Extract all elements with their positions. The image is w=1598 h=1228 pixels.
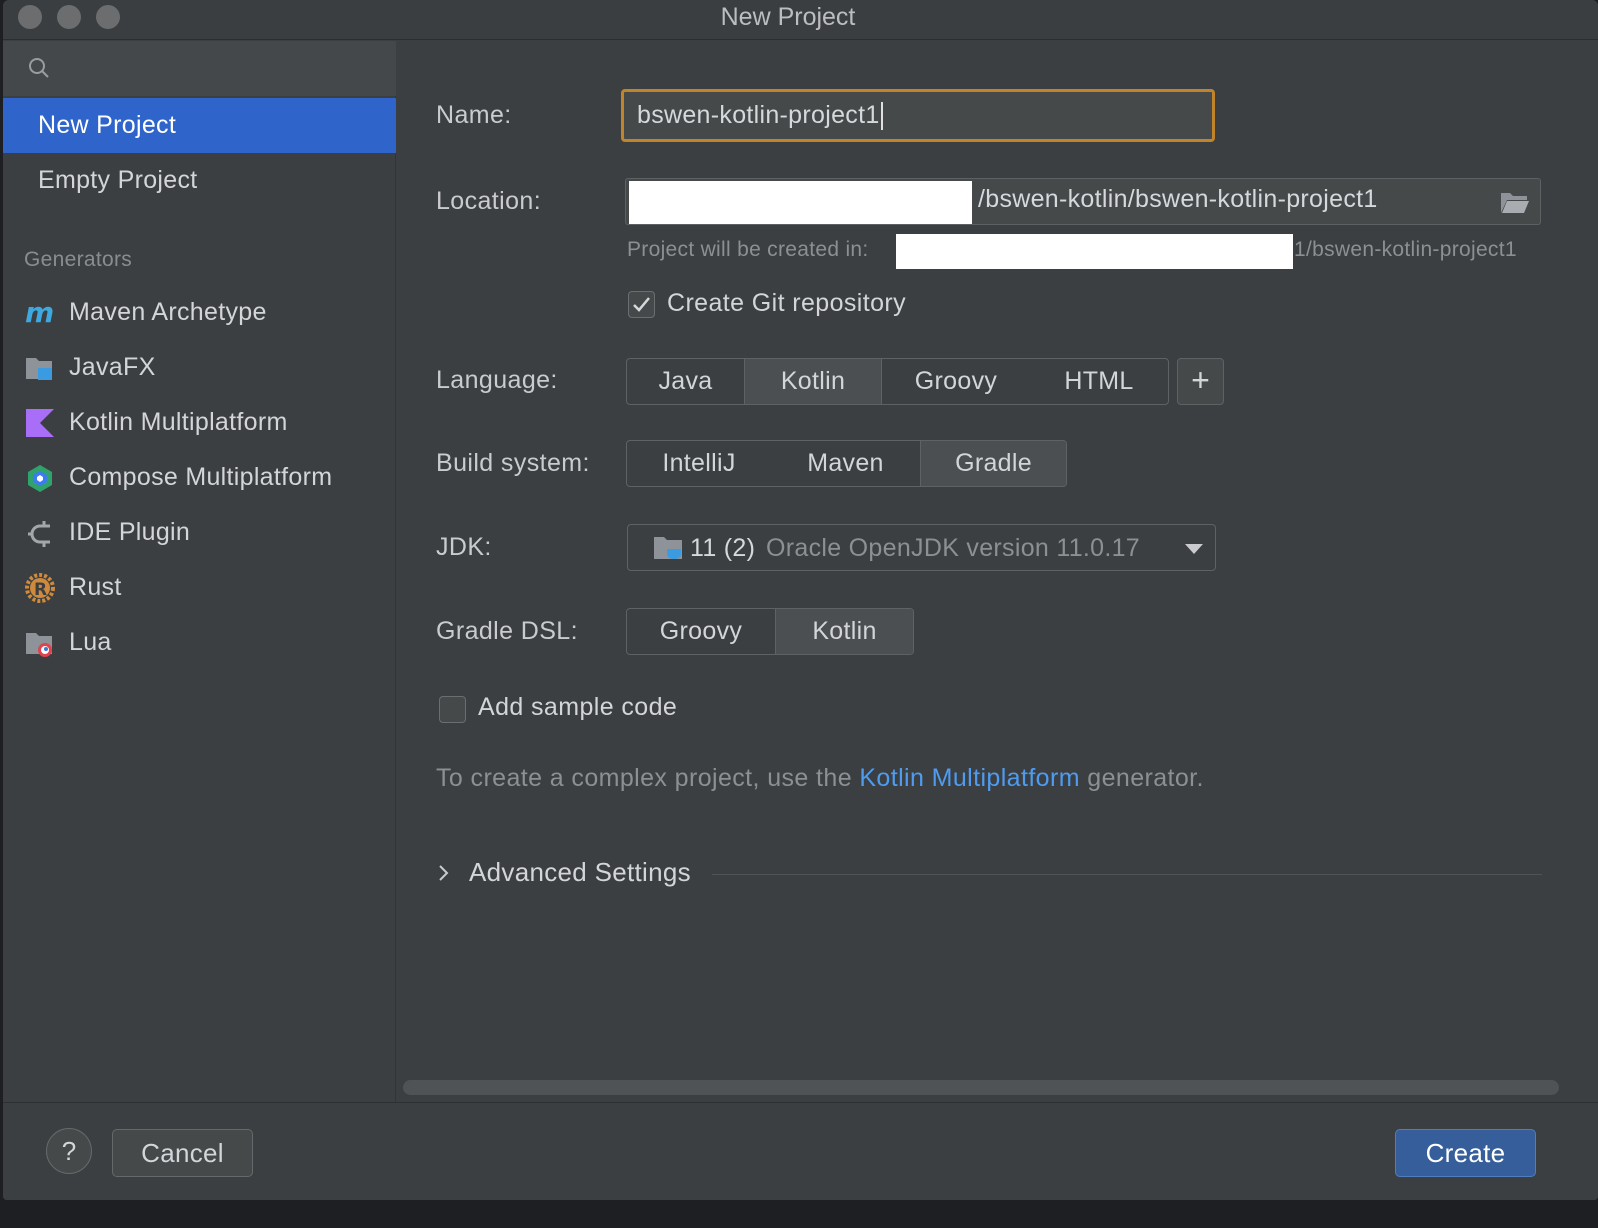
sidebar-item-label: Maven Archetype bbox=[69, 298, 267, 326]
add-sample-code-label: Add sample code bbox=[478, 693, 678, 721]
checkmark-icon bbox=[633, 297, 650, 312]
sidebar-item-maven-archetype[interactable]: m Maven Archetype bbox=[3, 285, 396, 340]
advanced-settings-divider bbox=[712, 874, 1542, 875]
sidebar-item-label: Compose Multiplatform bbox=[69, 463, 333, 491]
redacted-path bbox=[629, 181, 972, 224]
window-title: New Project bbox=[720, 3, 856, 31]
rust-icon: R bbox=[25, 573, 55, 603]
name-value: bswen-kotlin-project1 bbox=[637, 101, 880, 129]
language-selector: Java Kotlin Groovy HTML bbox=[626, 358, 1169, 405]
project-settings-form: Name: bswen-kotlin-project1 Location: /b… bbox=[397, 41, 1598, 1102]
title-bar: New Project bbox=[3, 0, 1598, 40]
create-git-label: Create Git repository bbox=[667, 289, 907, 317]
build-option-intellij[interactable]: IntelliJ bbox=[627, 441, 771, 486]
jdk-folder-icon bbox=[654, 537, 682, 559]
location-label: Location: bbox=[436, 187, 542, 215]
build-system-label: Build system: bbox=[436, 449, 590, 477]
gradle-dsl-selector: Groovy Kotlin bbox=[626, 608, 914, 655]
cancel-button[interactable]: Cancel bbox=[112, 1129, 253, 1177]
folder-open-icon[interactable] bbox=[1500, 189, 1530, 215]
sidebar-item-rust[interactable]: R Rust bbox=[3, 560, 396, 615]
sidebar: New Project Empty Project Generators m M… bbox=[3, 41, 396, 1102]
sidebar-item-kotlin-multiplatform[interactable]: Kotlin Multiplatform bbox=[3, 395, 396, 450]
kotlin-multiplatform-link[interactable]: Kotlin Multiplatform bbox=[859, 764, 1080, 792]
sidebar-item-label: Lua bbox=[69, 628, 112, 656]
project-path-hint-prefix: Project will be created in: bbox=[627, 238, 869, 261]
sidebar-item-javafx[interactable]: JavaFX bbox=[3, 340, 396, 395]
gradle-dsl-option-kotlin[interactable]: Kotlin bbox=[775, 609, 913, 654]
sidebar-item-label: JavaFX bbox=[69, 353, 156, 381]
sidebar-item-ide-plugin[interactable]: IDE Plugin bbox=[3, 505, 396, 560]
jdk-version: 11 (2) bbox=[690, 534, 756, 562]
lua-icon bbox=[26, 633, 52, 657]
maven-icon: m bbox=[25, 297, 54, 329]
name-field[interactable]: bswen-kotlin-project1 bbox=[621, 89, 1215, 142]
sidebar-item-lua[interactable]: Lua bbox=[3, 615, 396, 670]
svg-text:R: R bbox=[34, 580, 47, 600]
sidebar-item-label: IDE Plugin bbox=[69, 518, 191, 546]
jdk-dropdown[interactable]: 11 (2) Oracle OpenJDK version 11.0.17 bbox=[627, 524, 1216, 571]
horizontal-scrollbar[interactable] bbox=[403, 1080, 1559, 1095]
generators-header: Generators bbox=[24, 248, 133, 271]
sidebar-item-new-project[interactable]: New Project bbox=[3, 98, 396, 153]
language-option-kotlin[interactable]: Kotlin bbox=[744, 359, 882, 404]
search-icon bbox=[29, 58, 49, 78]
add-sample-code-checkbox[interactable] bbox=[439, 696, 466, 723]
jdk-label: JDK: bbox=[436, 533, 492, 561]
sidebar-item-empty-project[interactable]: Empty Project bbox=[3, 153, 396, 208]
gradle-dsl-option-groovy[interactable]: Groovy bbox=[627, 609, 775, 654]
javafx-icon bbox=[26, 358, 52, 380]
sidebar-item-compose-multiplatform[interactable]: Compose Multiplatform bbox=[3, 450, 396, 505]
compose-icon bbox=[28, 465, 52, 492]
sidebar-search[interactable] bbox=[3, 41, 396, 96]
redacted-project-path bbox=[896, 234, 1293, 269]
build-option-maven[interactable]: Maven bbox=[771, 441, 920, 486]
plugin-icon bbox=[28, 521, 50, 547]
location-field[interactable]: /bswen-kotlin/bswen-kotlin-project1 bbox=[625, 178, 1541, 225]
sidebar-item-label: Kotlin Multiplatform bbox=[69, 408, 288, 436]
gradle-dsl-label: Gradle DSL: bbox=[436, 617, 578, 645]
chevron-right-icon[interactable] bbox=[437, 863, 451, 883]
language-label: Language: bbox=[436, 366, 558, 394]
dialog-footer: ? Cancel Create bbox=[3, 1102, 1598, 1200]
text-caret bbox=[880, 102, 883, 131]
create-git-checkbox[interactable] bbox=[628, 291, 655, 318]
jdk-description: Oracle OpenJDK version 11.0.17 bbox=[766, 534, 1141, 562]
build-option-gradle[interactable]: Gradle bbox=[920, 441, 1066, 486]
kotlin-icon bbox=[26, 409, 54, 437]
info-prefix: To create a complex project, use the bbox=[436, 764, 860, 792]
complex-project-info: To create a complex project, use the Kot… bbox=[436, 764, 1204, 793]
language-option-groovy[interactable]: Groovy bbox=[882, 359, 1030, 404]
language-option-html[interactable]: HTML bbox=[1030, 359, 1168, 404]
project-path-hint-suffix: 1/bswen-kotlin-project1 bbox=[1294, 238, 1517, 261]
location-value: /bswen-kotlin/bswen-kotlin-project1 bbox=[978, 185, 1378, 213]
add-language-button[interactable]: + bbox=[1177, 358, 1224, 405]
svg-text:m: m bbox=[25, 297, 54, 329]
advanced-settings-toggle[interactable]: Advanced Settings bbox=[469, 857, 691, 888]
chevron-down-icon bbox=[1185, 544, 1203, 554]
create-button[interactable]: Create bbox=[1395, 1129, 1536, 1177]
language-option-java[interactable]: Java bbox=[627, 359, 744, 404]
new-project-dialog: New Project New Project Empty Project Ge… bbox=[3, 0, 1598, 1200]
help-button[interactable]: ? bbox=[46, 1128, 92, 1174]
name-label: Name: bbox=[436, 101, 512, 129]
info-suffix: generator. bbox=[1079, 764, 1204, 792]
sidebar-item-label: Rust bbox=[69, 573, 122, 601]
build-system-selector: IntelliJ Maven Gradle bbox=[626, 440, 1067, 487]
